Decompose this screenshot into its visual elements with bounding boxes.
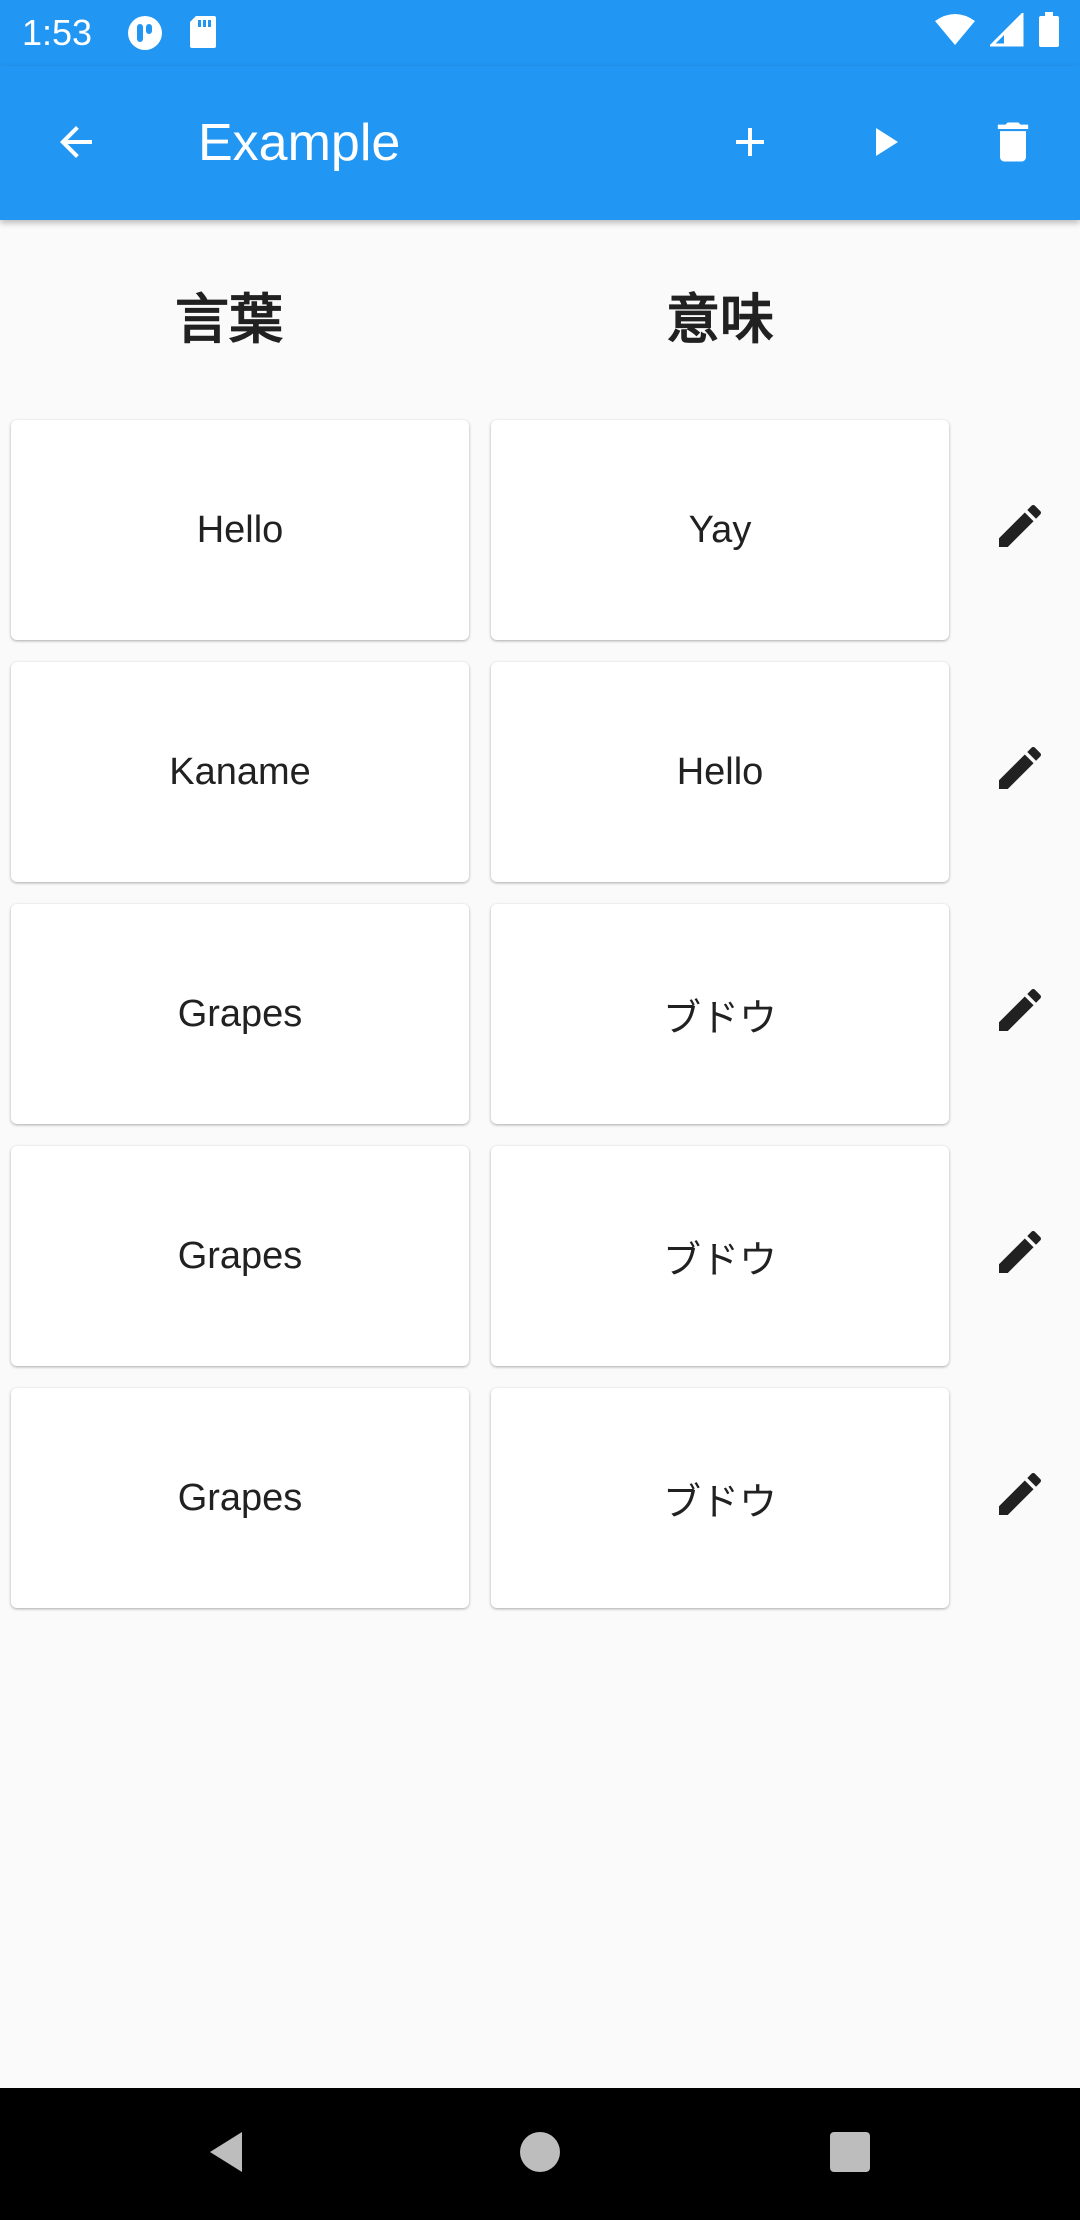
edit-button[interactable] bbox=[988, 738, 1052, 802]
nav-recents-button[interactable] bbox=[818, 2122, 882, 2186]
nav-back-icon bbox=[202, 2128, 250, 2180]
word-card[interactable]: Hello bbox=[11, 420, 469, 640]
app-bar: Example bbox=[0, 66, 1080, 220]
column-header-meaning: 意味 bbox=[666, 288, 774, 351]
system-nav-bar bbox=[0, 2088, 1080, 2220]
edit-button[interactable] bbox=[988, 1464, 1052, 1528]
page-title: Example bbox=[198, 114, 401, 172]
table-row: Kaname Hello bbox=[0, 662, 1080, 882]
word-card[interactable]: Kaname bbox=[11, 662, 469, 882]
sd-card-icon bbox=[188, 14, 218, 56]
nav-home-icon bbox=[518, 2130, 562, 2178]
notification-app-icon bbox=[126, 14, 164, 56]
column-headers: 言葉 意味 bbox=[0, 270, 1080, 370]
table-row: Grapes ブドウ bbox=[0, 1388, 1080, 1608]
edit-button[interactable] bbox=[988, 496, 1052, 560]
delete-icon bbox=[987, 116, 1039, 172]
status-time: 1:53 bbox=[22, 12, 93, 53]
edit-pencil-icon bbox=[992, 1466, 1048, 1526]
meaning-card[interactable]: ブドウ bbox=[491, 1146, 949, 1366]
word-card[interactable]: Grapes bbox=[11, 1146, 469, 1366]
arrow-back-icon bbox=[52, 118, 100, 170]
nav-back-button[interactable] bbox=[194, 2122, 258, 2186]
table-row: Grapes ブドウ bbox=[0, 1146, 1080, 1366]
play-icon bbox=[860, 118, 908, 170]
edit-pencil-icon bbox=[992, 740, 1048, 800]
edit-pencil-icon bbox=[992, 1224, 1048, 1284]
delete-button[interactable] bbox=[981, 112, 1045, 176]
column-header-word: 言葉 bbox=[175, 288, 283, 351]
meaning-card[interactable]: Hello bbox=[491, 662, 949, 882]
status-bar: 1:53 bbox=[0, 0, 1080, 66]
add-button[interactable] bbox=[718, 112, 782, 176]
edit-button[interactable] bbox=[988, 1222, 1052, 1286]
table-row: Hello Yay bbox=[0, 420, 1080, 640]
wifi-icon bbox=[934, 13, 976, 51]
table-row: Grapes ブドウ bbox=[0, 904, 1080, 1124]
meaning-card[interactable]: Yay bbox=[491, 420, 949, 640]
battery-icon bbox=[1038, 12, 1060, 52]
add-icon bbox=[726, 118, 774, 170]
word-card[interactable]: Grapes bbox=[11, 1388, 469, 1608]
meaning-card[interactable]: ブドウ bbox=[491, 904, 949, 1124]
nav-home-button[interactable] bbox=[508, 2122, 572, 2186]
back-button[interactable] bbox=[48, 116, 104, 172]
edit-pencil-icon bbox=[992, 982, 1048, 1042]
word-card[interactable]: Grapes bbox=[11, 904, 469, 1124]
nav-recents-icon bbox=[828, 2130, 872, 2178]
play-button[interactable] bbox=[852, 112, 916, 176]
edit-pencil-icon bbox=[992, 498, 1048, 558]
meaning-card[interactable]: ブドウ bbox=[491, 1388, 949, 1608]
cell-signal-icon bbox=[988, 11, 1024, 51]
edit-button[interactable] bbox=[988, 980, 1052, 1044]
